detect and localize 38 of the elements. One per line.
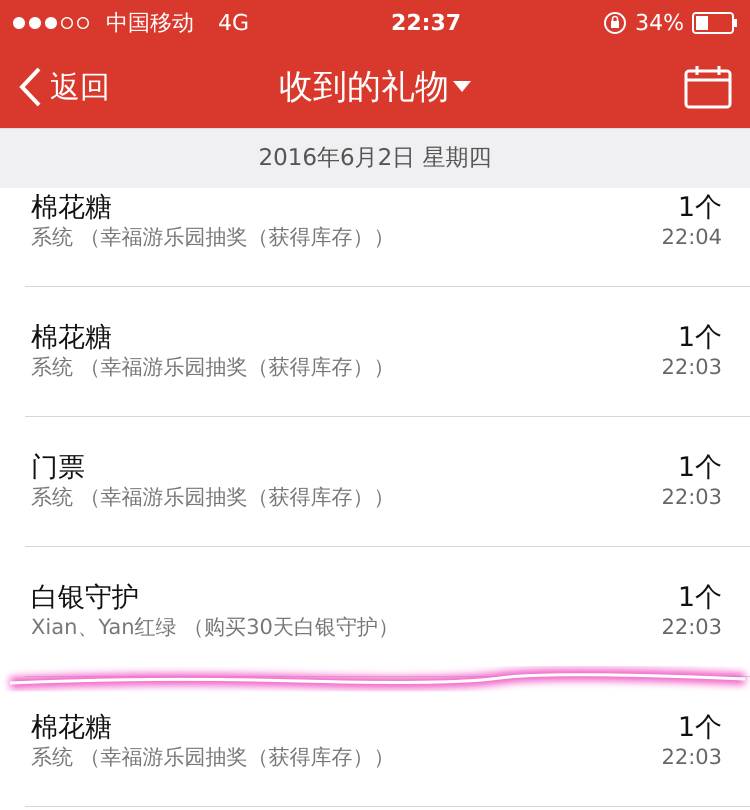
gift-time: 22:04 [661,224,722,252]
clock-time: 22:37 [390,10,462,38]
chevron-left-icon [18,66,42,108]
gift-source: 系统 （幸福游乐园抽奖（获得库存）） [31,354,395,382]
gift-row[interactable]: 棉花糖 系统 （幸福游乐园抽奖（获得库存）） 1个 22:04 [25,188,750,287]
gift-count: 1个 [678,192,722,224]
caret-icon[interactable] [453,81,471,93]
network-type: 4G [218,10,250,38]
back-button[interactable]: 返回 [18,64,110,110]
battery-icon [692,12,738,34]
gift-name: 白银守护 [31,582,140,614]
gift-source: 系统 （幸福游乐园抽奖（获得库存）） [31,484,395,512]
page-title: 收到的礼物 [279,66,449,108]
gift-row[interactable]: 门票 系统 （幸福游乐园抽奖（获得库存）） 1个 22:03 [25,417,750,547]
gift-source: Xian、Yan红绿 （购买30天白银守护） [31,614,399,642]
gift-count: 1个 [678,582,722,614]
gift-name: 棉花糖 [31,192,113,224]
gift-source: 系统 （幸福游乐园抽奖（获得库存）） [31,224,395,252]
gift-time: 22:03 [661,354,722,382]
battery-percent: 34% [635,10,684,38]
gift-source: 系统 （幸福游乐园抽奖（获得库存）） [31,744,395,772]
gift-name: 门票 [31,452,86,484]
gift-count: 1个 [678,452,722,484]
gift-count: 1个 [678,712,722,744]
gift-row[interactable]: 白银守护 Xian、Yan红绿 （购买30天白银守护） 1个 22:03 [25,547,750,677]
gift-row[interactable]: 棉花糖 系统 （幸福游乐园抽奖（获得库存）） 1个 22:03 [25,677,750,807]
gift-count: 1个 [678,322,722,354]
rotation-lock-icon [603,11,628,35]
gift-name: 棉花糖 [31,322,113,354]
carrier-name: 中国移动 [106,10,194,38]
gift-name: 棉花糖 [31,712,113,744]
signal-icon [12,16,90,30]
gift-time: 22:03 [661,484,722,512]
date-header: 2016年6月2日 星期四 [258,144,492,174]
gift-time: 22:03 [661,744,722,772]
gift-row[interactable]: 棉花糖 系统 （幸福游乐园抽奖（获得库存）） 1个 22:03 [25,287,750,417]
calendar-icon[interactable] [684,65,732,109]
gift-time: 22:03 [661,614,722,642]
